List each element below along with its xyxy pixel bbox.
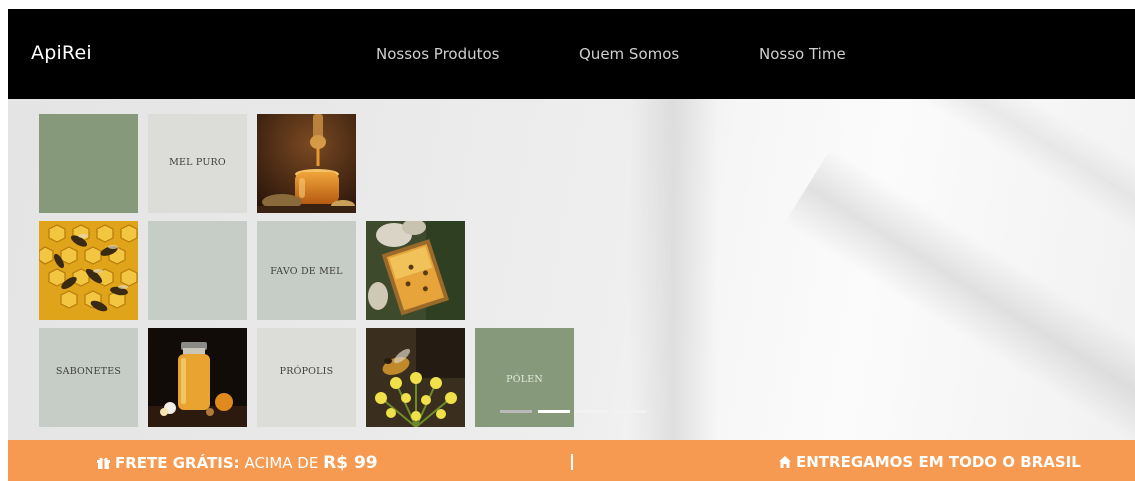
gift-icon (96, 455, 111, 474)
promo-bar: FRETE GRÁTIS: ACIMA DE R$ 99 ENTREGAMOS … (8, 440, 1135, 481)
delivery-text: ENTREGAMOS EM TODO O BRASIL (796, 453, 1081, 471)
category-tile-mel-puro[interactable]: MEL PURO (148, 114, 247, 213)
honeycomb-frame-image (366, 221, 465, 320)
tile-label: MEL PURO (169, 157, 226, 168)
decor-tile (148, 221, 247, 320)
brand-logo[interactable]: ApiRei (31, 42, 92, 64)
free-shipping-text: ACIMA DE (239, 454, 324, 472)
carousel-dot-1[interactable] (500, 410, 532, 413)
tile-label: SABONETES (55, 366, 122, 377)
honey-jar-illustration (257, 114, 356, 213)
bees-on-honeycomb-illustration (39, 221, 138, 320)
carousel-dot-3[interactable] (576, 410, 608, 413)
free-shipping-label: FRETE GRÁTIS: (115, 454, 240, 472)
free-shipping-value: R$ 99 (323, 453, 378, 473)
promo-divider (571, 454, 573, 470)
honey-bottle-image (148, 328, 247, 427)
free-shipping-notice: FRETE GRÁTIS: ACIMA DE R$ 99 (96, 453, 378, 474)
delivery-notice: ENTREGAMOS EM TODO O BRASIL (778, 453, 1081, 473)
bee-flower-image (366, 328, 465, 427)
bee-on-flower-illustration (366, 328, 465, 427)
tile-label: PRÓPOLIS (279, 366, 334, 377)
honey-jar-image (257, 114, 356, 213)
nav-link-nossos-produtos[interactable]: Nossos Produtos (376, 45, 500, 63)
bees-image (39, 221, 138, 320)
nav-link-nosso-time[interactable]: Nosso Time (759, 45, 846, 63)
honey-bottle-illustration (148, 328, 247, 427)
category-tile-propolis[interactable]: PRÓPOLIS (257, 328, 356, 427)
beekeeper-frame-illustration (366, 221, 465, 320)
nav-link-quem-somos[interactable]: Quem Somos (579, 45, 679, 63)
tile-label: FAVO DE MEL (270, 266, 343, 277)
category-tile-favo-de-mel[interactable]: FAVO DE MEL (257, 221, 356, 320)
decor-tile (39, 114, 138, 213)
category-tile-sabonetes[interactable]: SABONETES (39, 328, 138, 427)
house-icon (778, 455, 792, 473)
tile-label: PÓLEN (506, 374, 543, 385)
carousel-dot-4[interactable] (614, 410, 646, 413)
hero-banner: MEL PURO FAVO DE MEL SABONETES PRÓPOLIS … (8, 99, 1135, 440)
top-navbar: ApiRei Nossos Produtos Quem Somos Nosso … (8, 9, 1135, 99)
carousel-dot-2[interactable] (538, 410, 570, 413)
hero-shadow (628, 99, 718, 440)
page: ApiRei Nossos Produtos Quem Somos Nosso … (0, 0, 1135, 481)
